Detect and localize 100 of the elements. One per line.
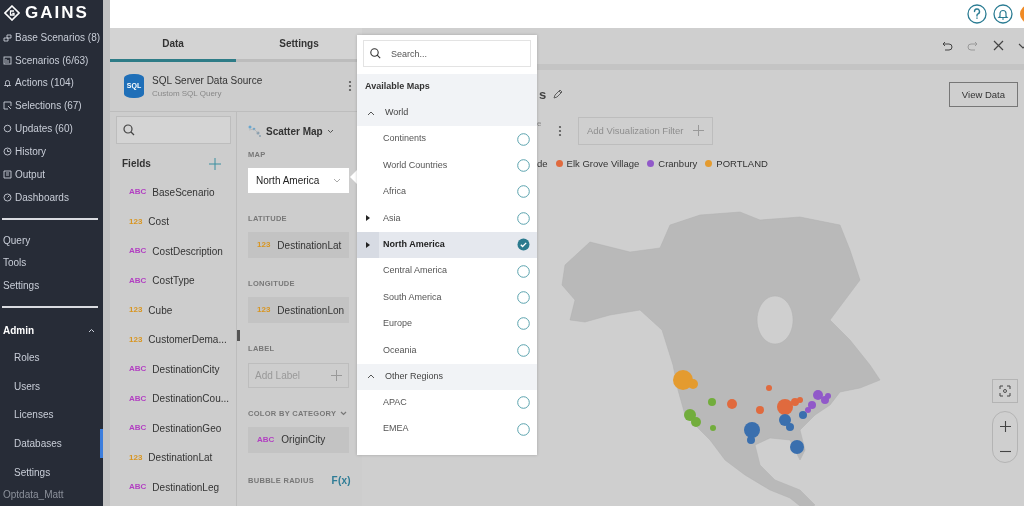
group-header[interactable]: World <box>357 100 537 126</box>
option-label: Asia <box>383 211 401 225</box>
option-label: Africa <box>383 185 406 199</box>
splitter-handle[interactable] <box>237 329 240 341</box>
type-label: 123 <box>129 451 143 464</box>
sidebar-item[interactable]: Query <box>0 228 103 252</box>
radio-icon <box>517 132 530 146</box>
option-label: EMEA <box>383 422 409 436</box>
option-label: South America <box>383 290 442 304</box>
sidebar-item[interactable]: Dashboards <box>15 189 69 205</box>
kebab-menu-icon[interactable] <box>558 124 562 137</box>
option-label: Central America <box>383 264 448 278</box>
sidebar-section-header[interactable]: Admin <box>0 317 103 343</box>
refresh-icon <box>3 124 12 134</box>
map-option[interactable]: Europe <box>357 310 537 338</box>
expand-arrow-icon[interactable] <box>366 215 370 222</box>
expand-arrow-icon[interactable] <box>366 241 370 248</box>
map-option[interactable]: North America <box>357 231 537 258</box>
sidebar-item[interactable]: Base Scenarios (8) <box>15 29 101 45</box>
kebab-menu-icon[interactable] <box>348 80 352 93</box>
field-name[interactable]: DestinationCou... <box>152 391 230 407</box>
field-name[interactable]: DestinationGeo <box>152 420 222 436</box>
sidebar-subitem[interactable]: Settings <box>0 458 103 487</box>
legend-label[interactable]: PORTLAND <box>716 156 768 172</box>
sidebar-item[interactable]: Selections (67) <box>15 98 82 114</box>
field-name[interactable]: DestinationLeg <box>152 479 220 495</box>
legend-label[interactable]: Cranbury <box>658 156 698 172</box>
placeholder-text: Add Visualization Filter <box>587 123 684 138</box>
scrollbar[interactable] <box>103 0 110 506</box>
radio-icon <box>517 396 530 410</box>
sidebar-subitem[interactable]: Databases <box>0 429 103 459</box>
map-option[interactable]: Africa <box>357 178 537 206</box>
field-name[interactable]: BaseScenario <box>152 184 215 200</box>
chart-type-selector[interactable]: Scatter Map <box>266 123 323 139</box>
radio-icon <box>517 291 530 305</box>
tab[interactable]: Data <box>110 27 236 62</box>
sidebar-subitem[interactable]: Users <box>0 371 103 401</box>
sidebar-item[interactable]: Updates (60) <box>15 121 73 137</box>
field-name[interactable]: Cube <box>148 302 173 318</box>
map-option[interactable]: Central America <box>357 257 537 285</box>
zoom-out-icon[interactable] <box>999 449 1011 453</box>
map-option[interactable]: Oceania <box>357 337 537 364</box>
map-option[interactable]: EMEA <box>357 415 537 443</box>
avatar-icon[interactable] <box>1019 4 1024 24</box>
field-name[interactable]: Cost <box>148 214 169 230</box>
type-label: ABC <box>129 392 147 405</box>
group-header[interactable]: Other Regions <box>357 363 537 390</box>
radio-icon <box>517 211 530 225</box>
field-chip[interactable]: 123 DestinationLon <box>248 297 349 324</box>
legend-label[interactable]: Elk Grove Village <box>566 156 640 172</box>
type-label: ABC <box>129 274 147 287</box>
sidebar-item[interactable]: History <box>15 143 47 159</box>
map-option[interactable]: Asia <box>357 205 537 232</box>
sidebar-item[interactable]: Settings <box>0 274 103 298</box>
map-option[interactable]: APAC <box>357 389 537 416</box>
radio-icon <box>517 264 530 278</box>
view-data-button[interactable]: View Data <box>948 82 1018 108</box>
group-label: Other Regions <box>385 369 444 383</box>
chevron-down-icon[interactable] <box>1018 41 1024 50</box>
section-title: Available Maps <box>357 74 537 100</box>
layers-icon <box>3 32 12 42</box>
sidebar-item[interactable]: Actions (104) <box>15 75 74 91</box>
sidebar-subitem[interactable]: Roles <box>0 342 103 372</box>
field-name[interactable]: CustomerDema... <box>148 332 227 348</box>
sidebar-item[interactable]: Scenarios (6/63) <box>15 52 89 68</box>
zoom-in-icon[interactable] <box>999 420 1011 432</box>
output-icon <box>3 169 12 179</box>
field-name[interactable]: DestinationCity <box>152 361 220 377</box>
map-option[interactable]: South America <box>357 284 537 311</box>
chevron-down-icon[interactable] <box>340 410 348 416</box>
field-name[interactable]: CostType <box>152 273 195 289</box>
type-label: ABC <box>129 422 147 435</box>
map-option[interactable]: Continents <box>357 126 537 153</box>
field-name[interactable]: DestinationLat <box>148 450 213 466</box>
sidebar-item[interactable]: Output <box>15 166 46 182</box>
search-field[interactable]: Search... <box>363 40 531 67</box>
radio-icon <box>517 185 530 199</box>
data-source-subtitle: Custom SQL Query <box>152 87 223 100</box>
field-chip[interactable]: 123 DestinationLat <box>248 232 349 258</box>
close-icon[interactable] <box>993 40 1004 52</box>
logo-text: GAINS <box>25 2 89 25</box>
tab[interactable]: Settings <box>236 27 362 62</box>
visualization-subtitle: e <box>537 117 543 130</box>
field-chip[interactable]: ABC OriginCity <box>248 426 349 453</box>
notification-bell-icon[interactable] <box>993 4 1013 24</box>
sidebar-subitem[interactable]: Licenses <box>0 400 103 430</box>
pencil-icon[interactable] <box>552 89 564 101</box>
map-option[interactable]: World Countries <box>357 152 537 179</box>
search-field[interactable] <box>116 115 231 144</box>
fit-icon <box>999 384 1011 397</box>
field-name[interactable]: CostDescription <box>152 243 223 259</box>
help-icon[interactable] <box>967 4 987 24</box>
legend-label[interactable]: de <box>537 156 548 172</box>
bell-icon <box>3 78 12 88</box>
gauge-icon <box>3 192 12 202</box>
sidebar-item[interactable]: Tools <box>0 251 103 275</box>
undo-icon[interactable] <box>941 39 953 52</box>
type-label: ABC <box>257 433 275 446</box>
map-select[interactable]: North America <box>248 167 349 193</box>
option-label: North America <box>383 238 445 251</box>
